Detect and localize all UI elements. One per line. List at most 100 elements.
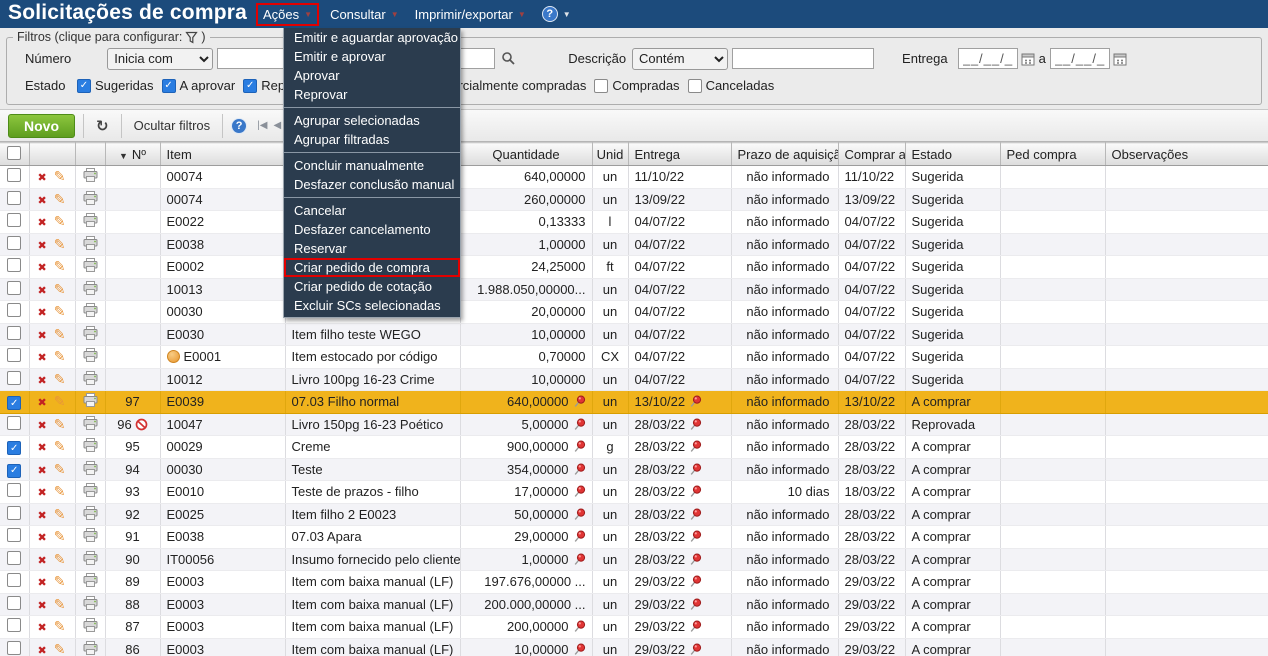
printer-icon[interactable] [83, 505, 98, 520]
edit-pencil-icon[interactable]: ✎ [54, 258, 66, 274]
printer-icon[interactable] [83, 483, 98, 498]
menubar-item-a-es[interactable]: Ações ▼ [256, 2, 320, 26]
menu-item-cancelar[interactable]: Cancelar [284, 201, 460, 220]
header-ped[interactable]: Ped compra [1000, 142, 1106, 166]
header-unid[interactable]: Unid [592, 142, 629, 166]
table-row[interactable]: ✖ ✎ E0038 1,00000 un 04/07/22 não informado 04/… [0, 233, 1268, 256]
checkbox[interactable] [594, 78, 609, 93]
edit-pencil-icon[interactable]: ✎ [54, 551, 66, 567]
refresh-icon[interactable]: ↻ [92, 117, 113, 135]
printer-icon[interactable] [83, 213, 98, 228]
edit-pencil-icon[interactable]: ✎ [54, 483, 66, 499]
row-checkbox[interactable] [7, 640, 22, 655]
ocultar-filtros-button[interactable]: Ocultar filtros [130, 118, 215, 133]
header-num[interactable]: ▼ Nº [105, 142, 161, 166]
delete-icon[interactable]: ✖ [38, 600, 47, 612]
printer-icon[interactable] [83, 573, 98, 588]
table-row[interactable]: ✖ ✎ 92 E0025 Item filho 2 E0023 50,00000 un 28/… [0, 503, 1268, 526]
edit-pencil-icon[interactable]: ✎ [54, 596, 66, 612]
delete-icon[interactable]: ✖ [38, 465, 47, 477]
edit-pencil-icon[interactable]: ✎ [54, 371, 66, 387]
numero-operator-select[interactable]: Inicia com [107, 47, 214, 70]
delete-icon[interactable]: ✖ [38, 442, 47, 454]
printer-icon[interactable] [83, 370, 98, 385]
delete-icon[interactable]: ✖ [38, 397, 47, 409]
row-checkbox[interactable] [7, 370, 22, 385]
row-checkbox[interactable]: ✓ [7, 441, 22, 455]
row-checkbox[interactable] [7, 325, 22, 340]
row-checkbox[interactable]: ✓ [7, 396, 22, 410]
calendar-icon[interactable] [1113, 52, 1127, 66]
edit-pencil-icon[interactable]: ✎ [54, 618, 66, 634]
row-checkbox[interactable]: ✓ [7, 463, 22, 478]
printer-icon[interactable] [83, 258, 98, 273]
entrega-from-input[interactable] [957, 48, 1018, 69]
edit-pencil-icon[interactable]: ✎ [54, 393, 66, 409]
menu-item-emitir-e-aguardar-aprova-o[interactable]: Emitir e aguardar aprovação [284, 28, 460, 47]
edit-pencil-icon[interactable]: ✎ [54, 641, 66, 656]
delete-icon[interactable]: ✖ [38, 420, 47, 432]
delete-icon[interactable]: ✖ [38, 622, 47, 634]
menu-item-agrupar-selecionadas[interactable]: Agrupar selecionadas [284, 111, 460, 130]
menu-item-criar-pedido-de-cota-o[interactable]: Criar pedido de cotação [284, 277, 460, 296]
edit-pencil-icon[interactable]: ✎ [54, 506, 66, 522]
delete-icon[interactable]: ✖ [38, 285, 47, 297]
edit-pencil-icon[interactable]: ✎ [54, 281, 66, 297]
row-checkbox[interactable] [7, 235, 22, 250]
menu-item-agrupar-filtradas[interactable]: Agrupar filtradas [284, 130, 460, 149]
delete-icon[interactable]: ✖ [38, 262, 47, 274]
menu-item-reprovar[interactable]: Reprovar [284, 85, 460, 104]
printer-icon[interactable] [83, 348, 98, 363]
row-checkbox[interactable] [7, 528, 22, 543]
printer-icon[interactable] [83, 190, 98, 205]
delete-icon[interactable]: ✖ [38, 375, 47, 387]
header-obs[interactable]: Observações [1105, 142, 1268, 166]
table-row[interactable]: ✖ ✎ 90 IT00056 Insumo fornecido pelo cliente… [0, 548, 1268, 571]
header-qty[interactable]: Quantidade [460, 142, 593, 166]
table-row[interactable]: ✖ ✎ 00074 260,00000 un 13/09/22 não informado 1… [0, 188, 1268, 211]
delete-icon[interactable]: ✖ [38, 510, 47, 522]
table-row[interactable]: ✖ ✎ 91 E0038 07.03 Apara 29,00000 un 28/03/22 nã… [0, 525, 1268, 549]
edit-pencil-icon[interactable]: ✎ [54, 573, 66, 589]
row-checkbox[interactable] [7, 595, 22, 610]
delete-icon[interactable]: ✖ [38, 645, 47, 656]
pagination-first-icon[interactable]: |◀ [257, 120, 267, 131]
printer-icon[interactable] [83, 325, 98, 340]
menu-item-excluir-scs-selecionadas[interactable]: Excluir SCs selecionadas [284, 296, 460, 315]
row-checkbox[interactable] [7, 573, 22, 588]
menu-item-emitir-e-aprovar[interactable]: Emitir e aprovar [284, 47, 460, 66]
printer-icon[interactable] [83, 618, 98, 633]
search-icon[interactable] [501, 51, 516, 66]
table-row[interactable]: ✖ ✎ E0030 Item filho teste WEGO 10,00000 un 04… [0, 323, 1268, 346]
printer-icon[interactable] [83, 528, 98, 543]
table-row[interactable]: ✖ ✎ 89 E0003 Item com baixa manual (LF) 197.6… [0, 570, 1268, 594]
calendar-icon[interactable] [1021, 52, 1035, 66]
header-entrega[interactable]: Entrega [628, 142, 732, 166]
header-estado[interactable]: Estado [905, 142, 1001, 166]
printer-icon[interactable] [83, 550, 98, 565]
header-comprar[interactable]: Comprar até [838, 142, 906, 166]
table-row[interactable]: ✖ ✎ 00074 640,00000 un 11/10/22 não informado 1… [0, 165, 1268, 189]
printer-icon[interactable] [83, 640, 98, 655]
table-row[interactable]: ✓ ✖ ✎ 94 00030 Teste 354,00000 un 28/03/22 não in… [0, 458, 1268, 481]
table-row[interactable]: ✖ ✎ 88 E0003 Item com baixa manual (LF) 200.0… [0, 593, 1268, 616]
menu-item-desfazer-cancelamento[interactable]: Desfazer cancelamento [284, 220, 460, 239]
edit-pencil-icon[interactable]: ✎ [54, 438, 66, 454]
edit-pencil-icon[interactable]: ✎ [54, 528, 66, 544]
table-row[interactable]: ✖✎00030Teste20,00000un04/07/22não inform… [0, 300, 1268, 324]
row-checkbox[interactable] [7, 618, 22, 633]
descricao-input[interactable] [732, 48, 875, 69]
row-checkbox[interactable] [7, 190, 22, 205]
help-icon[interactable]: ? [541, 6, 558, 22]
edit-pencil-icon[interactable]: ✎ [54, 168, 66, 184]
table-row[interactable]: ✓ ✖ ✎ 95 00029 Creme 900,00000 g 28/03/22 não inf… [0, 435, 1268, 459]
delete-icon[interactable]: ✖ [38, 352, 47, 364]
delete-icon[interactable]: ✖ [38, 330, 47, 342]
menubar-help[interactable]: ? ▼ [541, 6, 571, 22]
header-item[interactable]: Item [160, 142, 286, 166]
edit-pencil-icon[interactable]: ✎ [54, 191, 66, 207]
estado-option[interactable]: Compradas [594, 78, 680, 93]
filters-legend[interactable]: Filtros (clique para configurar: ) [13, 30, 210, 44]
checkbox[interactable]: ✓ [243, 78, 258, 93]
novo-button[interactable]: Novo [8, 113, 75, 138]
